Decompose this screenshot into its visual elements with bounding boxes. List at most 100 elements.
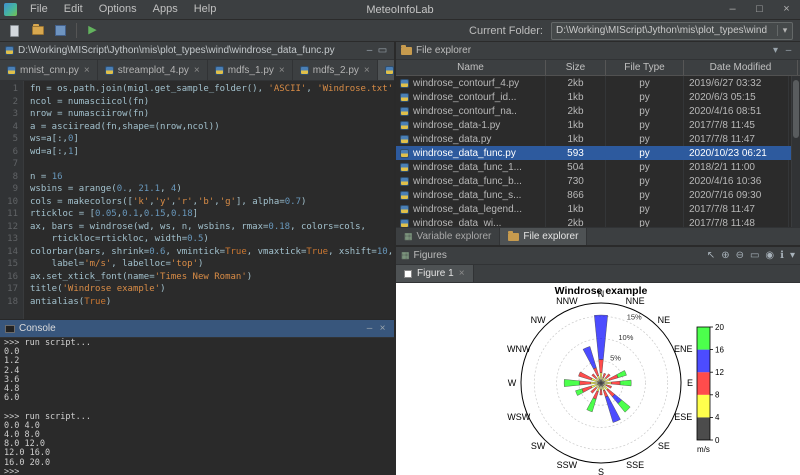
- maximize-button[interactable]: □: [746, 0, 773, 19]
- file-size-cell: 866: [546, 188, 606, 202]
- editor-tab-label: streamplot_4.py: [118, 65, 189, 76]
- console-output[interactable]: >>> run script...0.01.22.43.64.86.0 >>> …: [0, 338, 394, 475]
- float-icon[interactable]: ▭: [376, 45, 389, 56]
- close-button[interactable]: ×: [773, 0, 800, 19]
- file-type-cell: py: [606, 174, 684, 188]
- tab-close-icon[interactable]: ×: [279, 65, 285, 76]
- file-table-header: NameSizeFile TypeDate Modified: [396, 60, 800, 76]
- zoom-in-icon[interactable]: ⊕: [721, 250, 729, 261]
- file-table-scrollbar[interactable]: [791, 76, 800, 227]
- figure-tab[interactable]: Figure 1 ×: [396, 265, 474, 282]
- file-type-cell: py: [606, 216, 684, 227]
- new-file-button[interactable]: [5, 22, 24, 40]
- combobox-dropdown-icon[interactable]: ▾: [777, 25, 792, 36]
- figure-tab-close-icon[interactable]: ×: [459, 268, 465, 279]
- menu-apps[interactable]: Apps: [145, 0, 186, 19]
- code-line: n = 16: [30, 171, 394, 184]
- close-icon[interactable]: ×: [376, 323, 389, 334]
- file-name: windrose_contourf_4.py: [413, 78, 519, 89]
- console-line: 0.0: [4, 348, 390, 357]
- minimize-icon[interactable]: –: [363, 323, 376, 334]
- file-row[interactable]: windrose_data_func_1...504py2018/2/1 11:…: [396, 160, 800, 174]
- scrollbar-thumb[interactable]: [793, 80, 799, 138]
- file-name-cell: windrose_data_func_s...: [396, 188, 546, 202]
- full-extent-icon[interactable]: ▭: [750, 250, 759, 261]
- minimize-icon[interactable]: –: [363, 45, 376, 56]
- file-row[interactable]: windrose_data_wi...2kbpy2017/7/8 11:48: [396, 216, 800, 227]
- file-modified-cell: 2020/6/3 05:15: [684, 90, 789, 104]
- open-file-button[interactable]: [28, 22, 47, 40]
- tab-label: File explorer: [523, 231, 578, 242]
- tab-close-icon[interactable]: ×: [194, 65, 200, 76]
- code-line: wsbins = arange(0., 21.1, 4): [30, 183, 394, 196]
- file-row[interactable]: windrose_contourf_id...1kbpy2020/6/3 05:…: [396, 90, 800, 104]
- file-name: windrose_contourf_na..: [413, 106, 517, 117]
- main-toolbar: ▶ Current Folder: D:\Working\MIScript\Jy…: [0, 20, 800, 42]
- plot-area[interactable]: NNNENEENEEESESESSESSSWSWWSWWWNWNWNNW5%10…: [396, 283, 800, 475]
- console-line: 6.0: [4, 394, 390, 403]
- file-row[interactable]: windrose_data_func_b...730py2020/4/16 10…: [396, 174, 800, 188]
- file-row[interactable]: windrose_data_func.py593py2020/10/23 06:…: [396, 146, 800, 160]
- file-row[interactable]: windrose_contourf_4.py2kbpy2019/6/27 03:…: [396, 76, 800, 90]
- menu-help[interactable]: Help: [186, 0, 225, 19]
- code-line: wd=a[:,1]: [30, 146, 394, 159]
- svg-text:8: 8: [715, 391, 720, 400]
- file-row[interactable]: windrose_data_legend...1kbpy2017/7/8 11:…: [396, 202, 800, 216]
- code-line: [30, 158, 394, 171]
- panel-menu-icon[interactable]: ▾: [769, 45, 782, 56]
- file-size-cell: 504: [546, 160, 606, 174]
- svg-text:NNW: NNW: [556, 296, 578, 306]
- file-modified-cell: 2020/7/16 09:30: [684, 188, 789, 202]
- file-name-cell: windrose_data_wi...: [396, 216, 546, 227]
- console-line: 16.0 20.0: [4, 459, 390, 468]
- file-size-cell: 593: [546, 146, 606, 160]
- file-name-cell: windrose_data-1.py: [396, 118, 546, 132]
- editor-tab[interactable]: mnist_cnn.py×: [0, 60, 98, 80]
- file-row[interactable]: windrose_data-1.py1kbpy2017/7/8 11:45: [396, 118, 800, 132]
- tab-variable-explorer[interactable]: ▦Variable explorer: [396, 228, 500, 245]
- line-number: 14: [0, 246, 18, 259]
- column-header-name[interactable]: Name: [396, 60, 546, 75]
- file-row[interactable]: windrose_data_func_s...866py2020/7/16 09…: [396, 188, 800, 202]
- editor-tab[interactable]: mdfs_2.py ×: [293, 60, 378, 80]
- editor-tab-label: mdfs_2.py: [313, 65, 359, 76]
- editor-tab[interactable]: windrose_data_func.py×: [378, 60, 394, 80]
- editor-tab[interactable]: streamplot_4.py ×: [98, 60, 208, 80]
- tab-close-icon[interactable]: ×: [364, 65, 370, 76]
- window-controls: – □ ×: [719, 0, 800, 19]
- tab-file-explorer[interactable]: File explorer: [500, 228, 587, 245]
- file-name: windrose_data.py: [413, 134, 491, 145]
- editor-tab[interactable]: mdfs_1.py×: [208, 60, 293, 80]
- editor-file-path: D:\Working\MIScript\Jython\mis\plot_type…: [18, 45, 335, 56]
- svg-text:S: S: [598, 467, 604, 475]
- zoom-out-icon[interactable]: ⊖: [736, 250, 744, 261]
- code-line: rtickloc = [0.05,0.1,0.15,0.18]: [30, 208, 394, 221]
- column-header-file-type[interactable]: File Type: [606, 60, 684, 75]
- file-name-cell: windrose_data_func_1...: [396, 160, 546, 174]
- identify-icon[interactable]: ◉: [765, 250, 774, 261]
- line-number: 18: [0, 296, 18, 309]
- cursor-icon[interactable]: ↖: [707, 250, 715, 261]
- column-header-size[interactable]: Size: [546, 60, 606, 75]
- panel-menu-icon[interactable]: ▾: [790, 250, 795, 261]
- file-row[interactable]: windrose_contourf_na..2kbpy2020/4/16 08:…: [396, 104, 800, 118]
- menu-edit[interactable]: Edit: [56, 0, 91, 19]
- tab-close-icon[interactable]: ×: [84, 65, 90, 76]
- console-header: Console –×: [0, 320, 394, 338]
- current-folder-combobox[interactable]: D:\Working\MIScript\Jython\mis\plot_type…: [551, 22, 793, 40]
- minimize-icon[interactable]: –: [782, 45, 795, 56]
- minimize-button[interactable]: –: [719, 0, 746, 19]
- line-number-gutter: 123456789101112131415161718: [0, 81, 24, 319]
- code-line: a = asciiread(fn,shape=(nrow,ncol)): [30, 121, 394, 134]
- run-script-button[interactable]: ▶: [83, 22, 102, 40]
- file-row[interactable]: windrose_data.py1kbpy2017/7/8 11:47: [396, 132, 800, 146]
- info-icon[interactable]: ℹ: [780, 250, 784, 261]
- save-button[interactable]: [51, 22, 70, 40]
- column-header-date-modified[interactable]: Date Modified: [684, 60, 798, 75]
- file-type-cell: py: [606, 160, 684, 174]
- menu-file[interactable]: File: [22, 0, 56, 19]
- menu-options[interactable]: Options: [91, 0, 145, 19]
- code-editor[interactable]: 123456789101112131415161718 fn = os.path…: [0, 81, 394, 319]
- code-text[interactable]: fn = os.path.join(migl.get_sample_folder…: [24, 81, 394, 319]
- variable-explorer-icon: ▦: [404, 231, 413, 242]
